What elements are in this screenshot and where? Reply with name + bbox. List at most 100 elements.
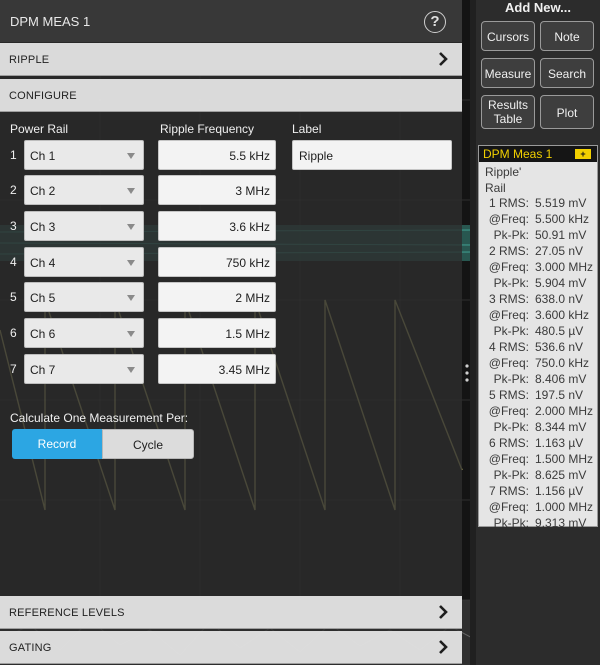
note-button[interactable]: Note — [540, 21, 594, 51]
dpm-meas-badge[interactable]: DPM Meas 1 + Ripple' Rail 1 RMS: 5.519 mV… — [478, 145, 598, 530]
help-icon[interactable]: ? — [424, 11, 446, 33]
rms-row-label: 4 RMS: — [488, 340, 529, 354]
power-rail-value: Ch 6 — [30, 327, 56, 341]
power-rail-select-5[interactable]: Ch 5 — [24, 282, 144, 312]
pkpk-row: Pk-Pk: 50.91 mV — [479, 228, 597, 243]
search-button[interactable]: Search — [540, 58, 594, 88]
power-rail-select-3[interactable]: Ch 3 — [24, 211, 144, 241]
power-rail-select-2[interactable]: Ch 2 — [24, 175, 144, 205]
freq-row-value: 2.000 MHz — [535, 404, 594, 418]
section-ripple[interactable]: RIPPLE — [0, 43, 462, 76]
freq-row-label: @Freq: — [488, 452, 529, 466]
pkpk-row-value: 8.406 mV — [535, 372, 587, 386]
pkpk-row-label: Pk-Pk: — [493, 228, 529, 242]
pkpk-row-label: Pk-Pk: — [493, 372, 529, 386]
power-rail-value: Ch 3 — [30, 220, 56, 234]
rms-row-value: 638.0 nV — [535, 292, 584, 306]
freq-row-value: 1.000 MHz — [535, 500, 594, 514]
meas-badge-title: DPM Meas 1 — [483, 147, 553, 161]
rms-row-label: 2 RMS: — [488, 244, 529, 258]
freq-row: @Freq: 1.000 MHz — [479, 500, 597, 515]
rms-row: 2 RMS: 27.05 nV — [479, 244, 597, 259]
row-number: 3 — [10, 219, 17, 233]
freq-row: @Freq: 5.500 kHz — [479, 212, 597, 227]
pkpk-row: Pk-Pk: 480.5 µV — [479, 324, 597, 339]
section-configure[interactable]: CONFIGURE — [0, 79, 462, 112]
row-number: 6 — [10, 326, 17, 340]
pkpk-row-value: 8.625 mV — [535, 468, 587, 482]
freq-row: @Freq: 3.600 kHz — [479, 308, 597, 323]
rms-row-label: 6 RMS: — [488, 436, 529, 450]
ripple-frequency-input-4[interactable]: 750 kHz — [158, 247, 276, 277]
rms-row-value: 197.5 nV — [535, 388, 584, 402]
rms-row: 4 RMS: 536.6 nV — [479, 340, 597, 355]
row-number: 2 — [10, 183, 17, 197]
rms-row-label: 1 RMS: — [488, 196, 529, 210]
power-rail-value: Ch 4 — [30, 256, 56, 270]
measure-button-label: Measure — [484, 67, 532, 81]
power-rail-value: Ch 7 — [30, 363, 56, 377]
section-gating[interactable]: GATING — [0, 631, 462, 664]
ripple-frequency-input-3[interactable]: 3.6 kHz — [158, 211, 276, 241]
rms-row-value: 27.05 nV — [535, 244, 584, 258]
label-input[interactable]: Ripple — [292, 140, 452, 170]
ripple-frequency-input-6[interactable]: 1.5 MHz — [158, 318, 276, 348]
ripple-frequency-header: Ripple Frequency — [160, 122, 255, 136]
rms-row: 7 RMS: 1.156 µV — [479, 484, 597, 499]
pkpk-row-value: 8.344 mV — [535, 420, 587, 434]
results-table-label-line2: Table — [493, 112, 523, 126]
freq-row: @Freq: 1.500 MHz — [479, 452, 597, 467]
freq-row-value: 1.500 MHz — [535, 452, 594, 466]
freq-row-label: @Freq: — [488, 404, 529, 418]
pkpk-row-value: 50.91 mV — [535, 228, 587, 242]
meas-badge-header: DPM Meas 1 + — [479, 146, 597, 162]
power-rail-select-1[interactable]: Ch 1 — [24, 140, 144, 170]
dropdown-arrow-icon — [127, 188, 135, 194]
dropdown-arrow-icon — [127, 153, 135, 159]
rms-row-value: 1.163 µV — [535, 436, 584, 450]
meas-rail-name: Ripple' — [485, 165, 522, 179]
power-rail-select-4[interactable]: Ch 4 — [24, 247, 144, 277]
section-reference-levels-label: REFERENCE LEVELS — [9, 607, 125, 619]
freq-row-label: @Freq: — [488, 356, 529, 370]
results-table-button[interactable]: Results Table — [481, 95, 535, 129]
cursors-button[interactable]: Cursors — [481, 21, 535, 51]
pkpk-row-value: 5.904 mV — [535, 276, 587, 290]
results-table-label-line1: Results — [487, 98, 528, 112]
pkpk-row-value: 9.313 mV — [535, 516, 587, 530]
pkpk-row: Pk-Pk: 8.344 mV — [479, 420, 597, 435]
dropdown-arrow-icon — [127, 224, 135, 230]
calc-measurement-label: Calculate One Measurement Per: — [10, 411, 189, 425]
rms-row: 5 RMS: 197.5 nV — [479, 388, 597, 403]
ripple-frequency-input-5[interactable]: 2 MHz — [158, 282, 276, 312]
dpm-meas-panel: DPM MEAS 1 ? RIPPLE CONFIGURE Power Rail… — [0, 0, 462, 665]
cycle-toggle[interactable]: Cycle — [102, 429, 194, 459]
section-configure-label: CONFIGURE — [9, 90, 77, 102]
ripple-frequency-input-7[interactable]: 3.45 MHz — [158, 354, 276, 384]
ripple-frequency-input-1[interactable]: 5.5 kHz — [158, 140, 276, 170]
freq-row-label: @Freq: — [488, 500, 529, 514]
rms-row-label: 3 RMS: — [488, 292, 529, 306]
power-rail-select-7[interactable]: Ch 7 — [24, 354, 144, 384]
drag-handle-icon[interactable] — [464, 362, 470, 384]
plot-button-label: Plot — [556, 106, 578, 120]
dropdown-arrow-icon — [127, 260, 135, 266]
add-new-title: Add New... — [505, 0, 571, 15]
search-button-label: Search — [547, 67, 587, 81]
row-number: 5 — [10, 290, 17, 304]
meas-rail-name-2: Rail — [485, 181, 506, 195]
freq-row-value: 750.0 kHz — [535, 356, 590, 370]
section-reference-levels[interactable]: REFERENCE LEVELS — [0, 596, 462, 629]
record-toggle[interactable]: Record — [12, 429, 102, 459]
chevron-right-icon — [439, 640, 448, 654]
panel-header: DPM MEAS 1 ? — [0, 0, 462, 42]
plot-button[interactable]: Plot — [540, 95, 594, 129]
ripple-frequency-input-2[interactable]: 3 MHz — [158, 175, 276, 205]
freq-row: @Freq: 750.0 kHz — [479, 356, 597, 371]
freq-row-label: @Freq: — [488, 260, 529, 274]
pkpk-row-label: Pk-Pk: — [493, 276, 529, 290]
power-rail-select-6[interactable]: Ch 6 — [24, 318, 144, 348]
dropdown-arrow-icon — [127, 295, 135, 301]
pkpk-row-label: Pk-Pk: — [493, 468, 529, 482]
measure-button[interactable]: Measure — [481, 58, 535, 88]
